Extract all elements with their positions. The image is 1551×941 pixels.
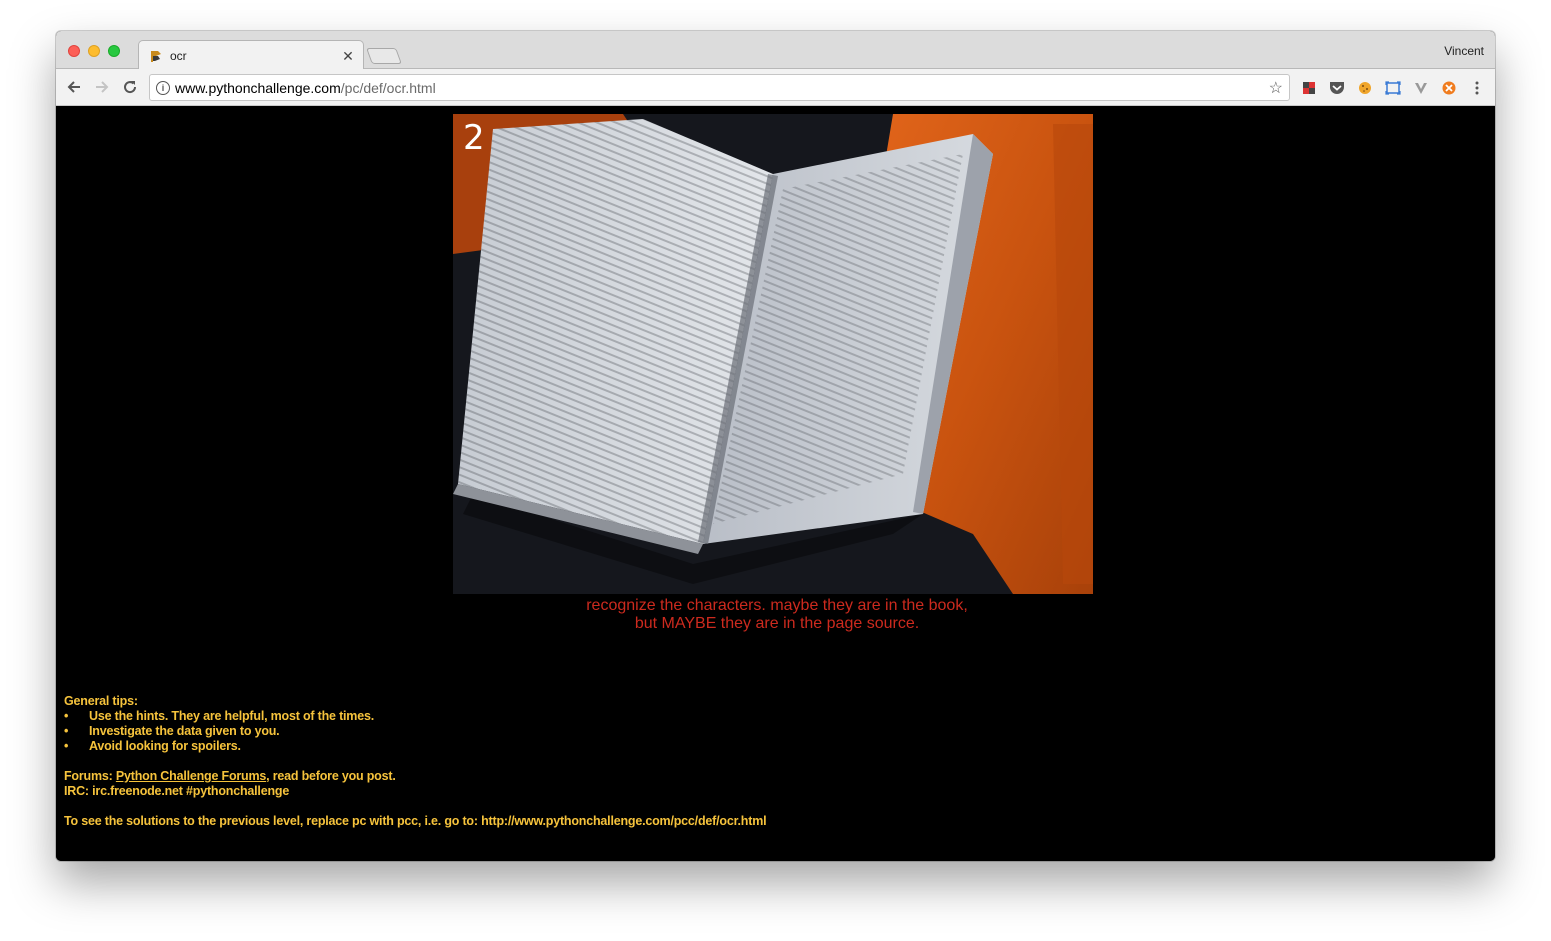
star-icon[interactable]: ☆ <box>1269 78 1283 98</box>
maximize-window-button[interactable] <box>108 45 120 57</box>
level-number: 2 <box>463 118 485 158</box>
vimium-icon[interactable] <box>1412 79 1430 97</box>
tips-heading: General tips: <box>64 694 138 708</box>
forward-icon[interactable] <box>92 77 112 97</box>
riddle-line-2: but MAYBE they are in the page source. <box>634 615 920 632</box>
screenshot-icon[interactable] <box>1384 79 1402 97</box>
forums-link[interactable]: Python Challenge Forums <box>116 769 266 783</box>
open-book-image <box>453 114 1093 594</box>
forums-prefix: Forums: <box>64 769 116 783</box>
back-icon[interactable] <box>64 77 84 97</box>
python-challenge-favicon-icon <box>151 51 161 62</box>
pocket-icon[interactable] <box>1328 79 1346 97</box>
new-tab-button[interactable] <box>366 48 402 64</box>
riddle-line-1: recognize the characters. maybe they are… <box>586 597 968 614</box>
minimize-window-button[interactable] <box>88 45 100 57</box>
browser-toolbar: i www.pythonchallenge.com/pc/def/ocr.htm… <box>56 69 1495 106</box>
menu-icon[interactable] <box>1468 79 1486 97</box>
general-tips: General tips: Use the hints. They are he… <box>64 694 964 829</box>
page-content: 2 recognize the characters. maybe they a… <box>56 106 1495 861</box>
profile-name[interactable]: Vincent <box>1444 44 1484 58</box>
tip-item: Investigate the data given to you. <box>64 724 964 739</box>
forums-line: Forums: Python Challenge Forums, read be… <box>64 769 964 784</box>
address-bar[interactable]: i www.pythonchallenge.com/pc/def/ocr.htm… <box>149 74 1290 101</box>
tips-list: Use the hints. They are helpful, most of… <box>64 709 964 754</box>
browser-window: ocr ✕ Vincent i www.pythonchallenge.com/… <box>56 31 1495 861</box>
tab-title: ocr <box>170 49 187 63</box>
orange-extension-icon[interactable] <box>1440 79 1458 97</box>
tab-ocr[interactable]: ocr ✕ <box>138 40 364 70</box>
close-tab-icon[interactable]: ✕ <box>341 48 355 64</box>
window-controls <box>68 45 120 57</box>
book-photo: 2 <box>453 114 1093 594</box>
tip-item: Avoid looking for spoilers. <box>64 739 964 754</box>
riddle-text: recognize the characters. maybe they are… <box>56 597 1495 633</box>
cookie-icon[interactable] <box>1356 79 1374 97</box>
solutions-line: To see the solutions to the previous lev… <box>64 814 767 828</box>
irc-line: IRC: irc.freenode.net #pythonchallenge <box>64 784 290 798</box>
extension-puzzle-icon[interactable] <box>1300 79 1318 97</box>
info-icon[interactable]: i <box>156 81 170 95</box>
url-text[interactable]: www.pythonchallenge.com/pc/def/ocr.html <box>175 80 436 96</box>
forums-suffix: , read before you post. <box>266 769 396 783</box>
tip-item: Use the hints. They are helpful, most of… <box>64 709 964 724</box>
tab-strip: ocr ✕ Vincent <box>56 31 1495 70</box>
reload-icon[interactable] <box>120 77 140 97</box>
close-window-button[interactable] <box>68 45 80 57</box>
